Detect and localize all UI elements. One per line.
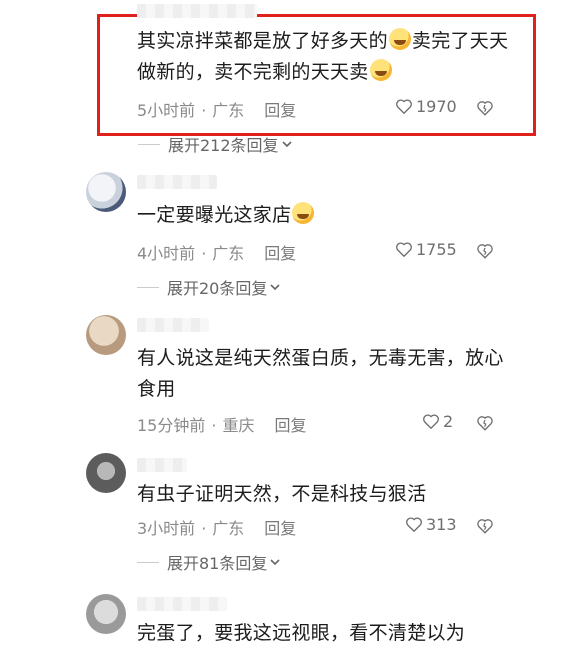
expand-replies-button[interactable]: 展开20条回复 [137,275,281,299]
comment-text: 其实凉拌菜都是放了好多天的 卖完了天天做新的，卖不完剩的天天卖 [137,28,509,83]
dislike-icon[interactable] [476,242,494,260]
grin-emoji-icon [388,28,411,50]
like-button[interactable]: 313 [405,515,457,534]
like-count: 1755 [416,240,457,259]
username-blurred [137,597,227,611]
heart-outline-icon [396,99,412,114]
sleepy-emoji-icon [369,59,392,81]
reply-button[interactable]: 回复 [264,519,296,538]
comment-text: 有虫子证明天然，不是科技与狠活 [137,483,427,505]
chevron-down-icon [270,559,280,566]
comment-meta: 5小时前 · 广东 回复 [137,101,297,120]
reply-button[interactable]: 回复 [264,244,296,263]
like-button[interactable]: 1970 [395,97,457,116]
reply-button[interactable]: 回复 [264,101,296,120]
username-blurred [137,458,187,472]
comment-text: 完蛋了，要我这远视眼，看不清楚以为 [137,622,466,644]
comment-time: 5小时前 [137,101,196,120]
like-count: 2 [443,412,454,431]
username-blurred [137,4,257,18]
reply-button[interactable]: 回复 [274,416,306,435]
username-blurred [137,318,209,332]
chevron-down-icon [270,284,280,291]
like-button[interactable]: 1755 [395,240,457,259]
comment-text: 一定要曝光这家店 [137,200,517,231]
comment-text: 有人说这是纯天然蛋白质，无毒无害，放心食用 [137,347,504,400]
comment-meta: 4小时前 · 广东 回复 [137,244,297,263]
heart-outline-icon [423,414,439,429]
avatar[interactable] [86,172,126,212]
dislike-icon[interactable] [476,414,494,432]
username-blurred [137,175,217,189]
dislike-icon[interactable] [476,99,494,117]
dislike-icon[interactable] [476,517,494,535]
comment-meta: 3小时前 · 广东 回复 [137,519,297,538]
comment-location: 广东 [212,101,245,120]
avatar[interactable] [86,594,126,634]
laugh-cry-emoji-icon [292,202,315,224]
like-count: 313 [426,515,457,534]
heart-outline-icon [406,517,422,532]
avatar[interactable] [86,453,126,493]
like-count: 1970 [416,97,457,116]
expand-replies-button[interactable]: 展开81条回复 [137,550,281,574]
heart-outline-icon [396,242,412,257]
comment-meta: 15分钟前 · 重庆 回复 [137,416,307,435]
chevron-down-icon [281,141,292,148]
avatar[interactable] [86,315,126,355]
expand-replies-button[interactable]: 展开212条回复 [138,132,293,156]
like-button[interactable]: 2 [422,412,453,431]
